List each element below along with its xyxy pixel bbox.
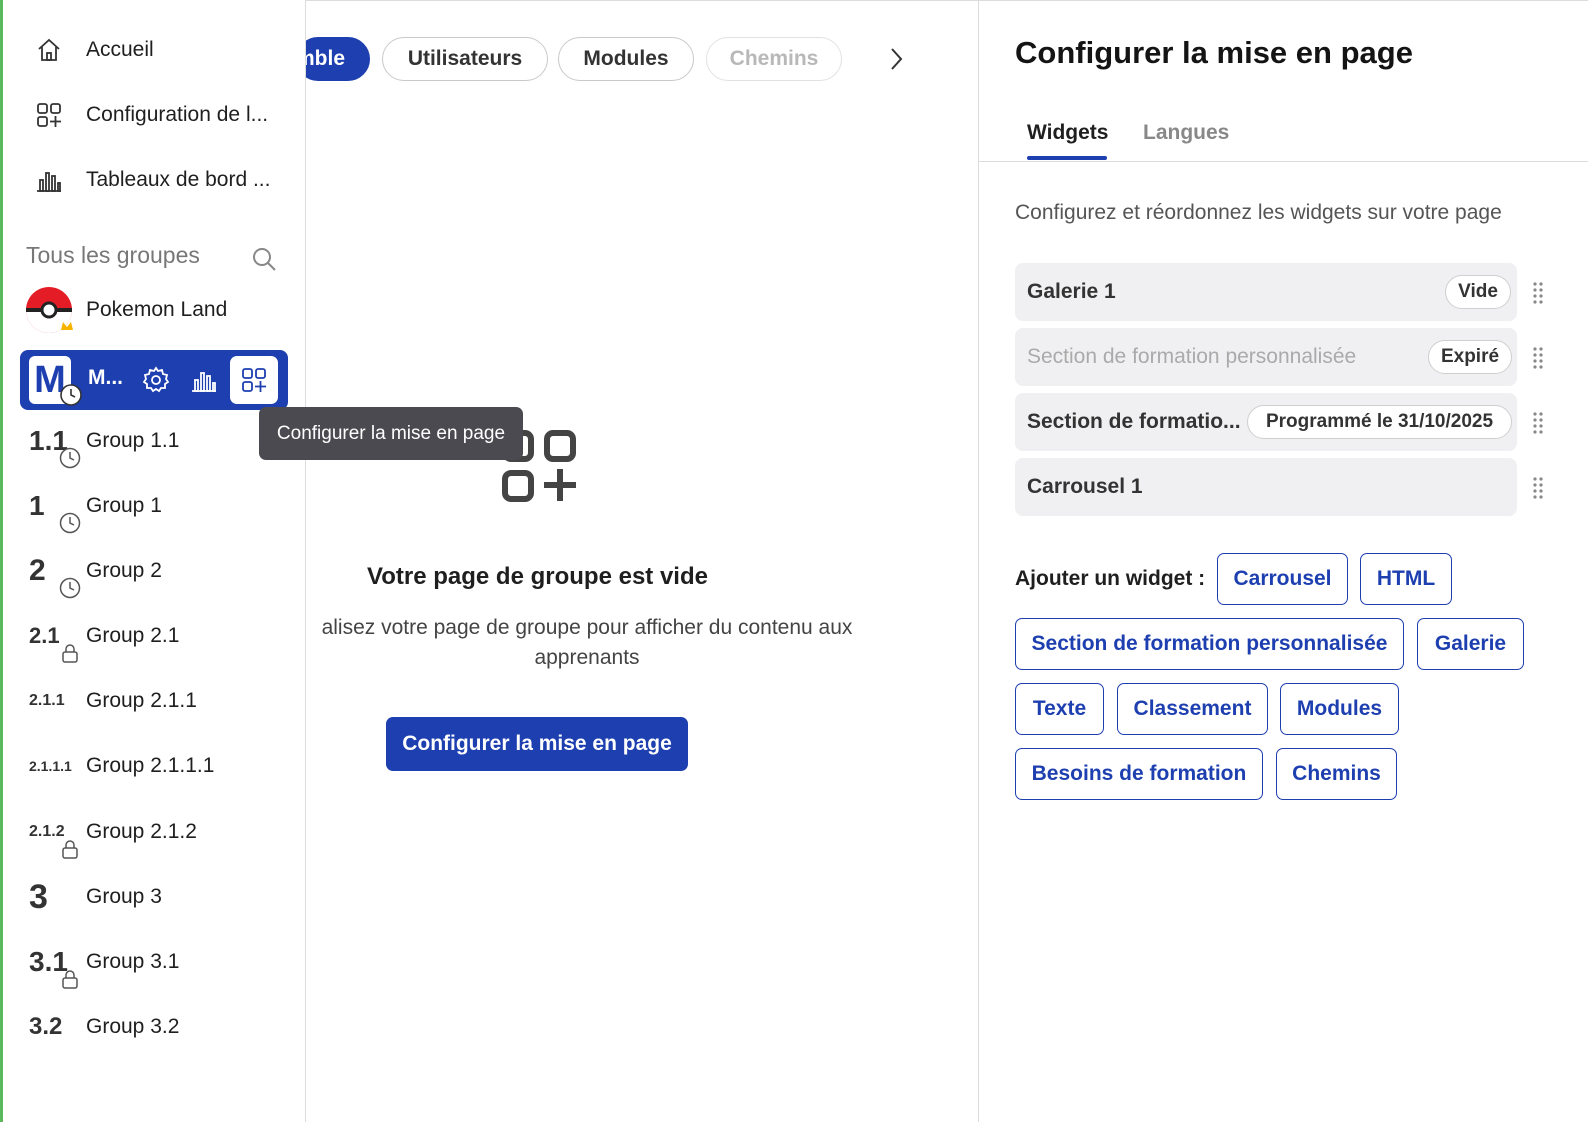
tab-languages[interactable]: Langues — [1143, 121, 1229, 145]
add-widget-custom-training-button[interactable]: Section de formation personnalisée — [1015, 618, 1404, 670]
drag-handle-icon[interactable] — [1531, 411, 1545, 435]
panel-title: Configurer la mise en page — [1015, 35, 1413, 70]
widget-name: Section de formation personnalisée — [1027, 345, 1357, 368]
empty-desc-line2: apprenants — [534, 646, 640, 669]
tooltip: Configurer la mise en page — [259, 407, 523, 460]
active-group-name: M... — [88, 366, 123, 389]
pokeball-avatar — [26, 287, 73, 333]
clock-icon — [59, 512, 81, 534]
group-label: Group 2.1.1 — [86, 689, 197, 712]
nav-label-layout[interactable]: Configuration de l... — [86, 103, 268, 127]
tab-active-indicator — [1027, 156, 1107, 160]
search-icon[interactable] — [251, 246, 277, 272]
nav-label-dashboards[interactable]: Tableaux de bord ... — [86, 168, 270, 192]
lock-icon — [62, 970, 78, 989]
group-row[interactable]: 2.1 Group 2.1 — [3, 610, 306, 663]
active-group-row[interactable]: M M... — [20, 350, 288, 410]
panel-description: Configurez et réordonnez les widgets sur… — [1015, 201, 1502, 224]
tab-pill-paths[interactable]: Chemins — [706, 37, 842, 81]
add-widget-label: Ajouter un widget : — [1015, 567, 1206, 590]
group-row[interactable]: 1 Group 1 — [3, 480, 306, 534]
main-content: mble Utilisateurs Modules Chemins Votre … — [296, 0, 978, 1122]
add-widget-modules-button[interactable]: Modules — [1280, 683, 1399, 735]
clock-icon — [60, 384, 82, 406]
empty-desc-line1: alisez votre page de groupe pour affiche… — [321, 616, 853, 639]
group-label: Group 1.1 — [86, 429, 180, 452]
nav-item-dashboards[interactable] — [35, 160, 63, 200]
drag-handle-icon[interactable] — [1531, 281, 1545, 305]
nav-item-layout[interactable] — [35, 95, 63, 135]
bar-chart-icon — [37, 172, 61, 192]
add-widget-training-needs-button[interactable]: Besoins de formation — [1015, 748, 1263, 800]
nav-label-home[interactable]: Accueil — [86, 38, 154, 62]
nav-item-home[interactable] — [35, 30, 63, 70]
group-row[interactable]: 3 Group 3 — [3, 871, 306, 923]
lock-icon — [62, 644, 78, 663]
configure-layout-primary-button[interactable]: Configurer la mise en page — [386, 717, 688, 771]
drag-handle-icon[interactable] — [1531, 346, 1545, 370]
group-badge: 3 — [29, 877, 48, 916]
group-row[interactable]: 3.2 Group 3.2 — [3, 1001, 306, 1053]
group-label: Group 2.1 — [86, 624, 180, 647]
tab-pill-modules[interactable]: Modules — [558, 37, 694, 81]
add-widget-text-button[interactable]: Texte — [1015, 683, 1104, 735]
group-badge: 2.1.1 — [29, 692, 65, 709]
add-widget-carousel-button[interactable]: Carrousel — [1217, 553, 1348, 605]
configure-layout-button[interactable] — [230, 356, 278, 404]
settings-button[interactable] — [138, 362, 174, 398]
tab-pill-users[interactable]: Utilisateurs — [382, 37, 548, 81]
empty-state-description: alisez votre page de groupe pour affiche… — [304, 613, 870, 673]
tabs-divider — [979, 161, 1588, 162]
dashboard-button[interactable] — [186, 362, 222, 398]
bar-chart-icon — [192, 372, 216, 392]
group-row[interactable]: 2.1.1 Group 2.1.1 — [3, 675, 306, 727]
widget-row[interactable]: Galerie 1 Vide — [1015, 263, 1517, 321]
group-label: Group 3.1 — [86, 950, 180, 973]
group-row-pokemon[interactable]: Pokemon Land — [3, 284, 306, 336]
group-row[interactable]: 2.1.2 Group 2.1.2 — [3, 806, 306, 859]
group-label: Group 3.2 — [86, 1015, 180, 1038]
group-badge: 2.1.1.1 — [29, 758, 72, 774]
group-label-pokemon: Pokemon Land — [86, 298, 228, 321]
widget-name: Section de formatio... — [1027, 410, 1241, 433]
layout-grid-icon — [242, 368, 266, 392]
widget-row[interactable]: Section de formation personnalisée Expir… — [1015, 328, 1517, 386]
group-row[interactable]: 2 Group 2 — [3, 545, 306, 599]
status-badge: Expiré — [1428, 340, 1512, 374]
status-badge: Programmé le 31/10/2025 — [1247, 405, 1512, 439]
empty-state-title-text: Votre page de groupe est vide — [367, 563, 708, 590]
tab-widgets[interactable]: Widgets — [1027, 121, 1108, 145]
chevron-right-icon[interactable] — [884, 45, 908, 73]
group-label: Group 3 — [86, 885, 162, 908]
add-widget-ranking-button[interactable]: Classement — [1117, 683, 1268, 735]
add-widget-gallery-button[interactable]: Galerie — [1417, 618, 1524, 670]
group-row[interactable]: 2.1.1.1 Group 2.1.1.1 — [3, 740, 306, 792]
sidebar: Accueil Configuration de l... Tableaux d… — [3, 0, 306, 1122]
group-badge: 3.2 — [29, 1013, 63, 1040]
lock-icon — [62, 840, 78, 859]
home-icon — [38, 38, 60, 61]
group-label: Group 1 — [86, 494, 162, 517]
widget-name: Galerie 1 — [1027, 280, 1116, 303]
widget-row[interactable]: Section de formatio... Programmé le 31/1… — [1015, 393, 1517, 451]
group-row[interactable]: 3.1 Group 3.1 — [3, 936, 306, 989]
gear-icon — [142, 366, 170, 393]
group-label: Group 2.1.2 — [86, 820, 197, 843]
clock-icon — [59, 447, 81, 469]
layout-config-panel: Configurer la mise en page Widgets Langu… — [978, 0, 1588, 1122]
add-widget-paths-button[interactable]: Chemins — [1276, 748, 1397, 800]
add-widget-html-button[interactable]: HTML — [1360, 553, 1452, 605]
layout-grid-icon — [37, 103, 61, 127]
group-label: Group 2 — [86, 559, 162, 582]
clock-icon — [59, 577, 81, 599]
drag-handle-icon[interactable] — [1531, 476, 1545, 500]
widget-name: Carrousel 1 — [1027, 475, 1143, 498]
widget-row[interactable]: Carrousel 1 — [1015, 458, 1517, 516]
status-badge: Vide — [1445, 275, 1511, 309]
groups-header: Tous les groupes — [26, 242, 200, 268]
group-label: Group 2.1.1.1 — [86, 754, 215, 777]
tab-pill-overview[interactable]: mble — [296, 37, 370, 81]
